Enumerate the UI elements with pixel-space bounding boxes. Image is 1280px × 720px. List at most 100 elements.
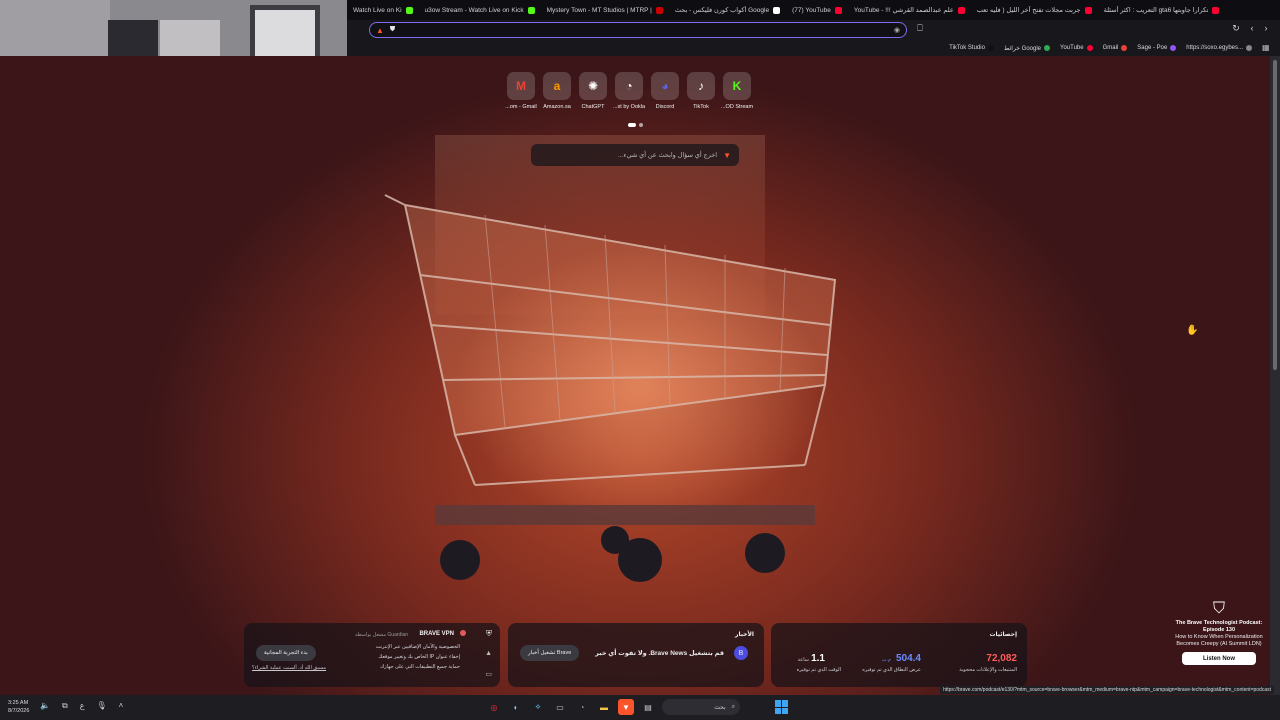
- bookmark-item[interactable]: خرائط Google: [1004, 45, 1051, 52]
- podcast-subtitle: How to Know When Personalization Becomes…: [1175, 634, 1263, 647]
- browser-toolbar: ▲ ⛊ ◉ ⎕ ↻ ‹ ›: [347, 20, 1280, 40]
- address-input[interactable]: [401, 26, 872, 34]
- tab-title: (77) YouTube: [792, 6, 831, 14]
- browser-tab[interactable]: التعريب : اكثر أسئلة gta6 تكرارا جاوبتها: [1098, 0, 1226, 20]
- top-site-tile[interactable]: ◕ Discord: [651, 72, 679, 110]
- bookmark-favicon-icon: [1086, 45, 1093, 51]
- microphone-icon[interactable]: 🎙: [96, 701, 106, 711]
- network-icon[interactable]: ⧉: [62, 701, 68, 711]
- tab-favicon-icon: [527, 6, 535, 14]
- bookmark-label: Gmail: [1102, 45, 1119, 51]
- bookmark-label: YouTube: [1060, 45, 1084, 51]
- bookmark-label: TikTok Studio: [949, 45, 985, 51]
- top-site-label: ...OD Stream: [720, 104, 754, 110]
- tab-title: أكواب كورن فليكس - بحث Google: [674, 7, 770, 14]
- podcast-card: ⛉ The Brave Technologist Podcast: Episod…: [1170, 600, 1268, 688]
- top-site-icon: K: [723, 72, 751, 100]
- app-icon[interactable]: ⟡: [530, 699, 546, 715]
- news-text: قم بتشغيل Brave News. ولا تفوت أي خبر: [595, 650, 724, 657]
- vpn-trial-button[interactable]: بدء التجربة المجانية: [256, 645, 316, 661]
- steam-app-icon[interactable]: ◐: [508, 699, 524, 715]
- tab-title: جربت مجلات تفتح آخر الليل ( فليه تعب: [976, 7, 1081, 14]
- search-box[interactable]: اخرج أي سؤال وابحث عن أي شيء... ▼: [531, 144, 739, 166]
- language-indicator[interactable]: ع: [80, 701, 85, 711]
- bookmark-item[interactable]: Gmail: [1103, 45, 1128, 51]
- back-icon[interactable]: ‹: [1245, 23, 1259, 33]
- browser-tab[interactable]: أكواب كورن فليكس - بحث Google: [669, 0, 786, 20]
- pager-dot-active[interactable]: [628, 123, 636, 127]
- bookmark-icon[interactable]: ⎕: [913, 23, 927, 34]
- vpn-feature-2: إخفاء عنوان IP الخاص بك وتغيير موقعك: [378, 654, 460, 660]
- terminal-app-icon[interactable]: ▭: [552, 699, 568, 715]
- opera-app-icon[interactable]: ◎: [486, 699, 502, 715]
- bookmark-item[interactable]: TikTok Studio: [949, 45, 994, 51]
- pager-dot[interactable]: [639, 123, 643, 127]
- top-site-icon: ◔: [615, 72, 643, 100]
- search-icon: ⌕: [731, 703, 735, 710]
- bookmark-favicon-icon: [1044, 45, 1051, 51]
- clock-time: 3:25 AM: [8, 700, 29, 706]
- bookmark-favicon-icon: [987, 45, 994, 51]
- top-site-tile[interactable]: M ...om - Gmail: [505, 72, 537, 110]
- vpn-icon: ⛨: [486, 629, 492, 638]
- brave-news-icon: B: [734, 646, 748, 660]
- top-sites-pager[interactable]: [628, 123, 643, 127]
- forward-icon[interactable]: ›: [1259, 23, 1273, 33]
- top-site-tile[interactable]: K ...OD Stream: [721, 72, 753, 110]
- tab-favicon-icon: [834, 6, 842, 14]
- shield-icon[interactable]: ⛊: [390, 26, 395, 34]
- chat-app-icon[interactable]: ◔: [574, 699, 590, 715]
- bookmark-item[interactable]: Sage - Poe: [1137, 45, 1177, 51]
- top-site-icon: a: [543, 72, 571, 100]
- top-site-tile[interactable]: ♪ TikTok: [687, 72, 715, 110]
- brave-search-icon: ▼: [723, 150, 731, 160]
- card-side-icon[interactable]: ▭: [485, 670, 492, 678]
- taskbar-apps: ◎ ◐ ⟡ ▭ ◔ ▬ ▼ ▤ بحث ⌕: [486, 699, 740, 715]
- vpn-feature-1: الخصوصية والأمان الإضافيين عبر الإنترنت: [375, 644, 460, 650]
- browser-tab[interactable]: Watch Live on Ki: [347, 0, 419, 20]
- top-site-tile[interactable]: a Amazon.sa: [543, 72, 571, 110]
- tab-title: YouTube - !!! علم عبدالصمد القرشي: [853, 7, 954, 14]
- google-lens-icon[interactable]: ◉: [894, 26, 900, 34]
- browser-tab[interactable]: YouTube - !!! علم عبدالصمد القرشي: [848, 0, 971, 20]
- stats-widget: إحصائيات 72,082 المتتبعات والإعلانات محج…: [771, 623, 1027, 687]
- windows-start-icon[interactable]: [775, 700, 789, 714]
- news-side-icon[interactable]: ▲: [485, 650, 492, 657]
- window-app-icon[interactable]: ▤: [640, 699, 656, 715]
- listen-now-button[interactable]: Listen Now: [1182, 652, 1256, 665]
- taskbar-search[interactable]: بحث ⌕: [662, 699, 740, 715]
- chevron-up-icon[interactable]: ˄: [119, 701, 124, 711]
- taskbar-clock[interactable]: 3:25 AM 8/7/2026: [8, 699, 29, 715]
- tab-title: التعريب : اكثر أسئلة gta6 تكرارا جاوبتها: [1103, 7, 1209, 14]
- reload-icon[interactable]: ↻: [1229, 23, 1243, 34]
- bookmark-favicon-icon: [1170, 45, 1177, 51]
- brave-lion-icon: ⛉: [1212, 600, 1225, 617]
- vpn-restore-link[interactable]: مسبق الله أد. ألسنت عملية الشراء؟: [252, 665, 326, 671]
- browser-tab[interactable]: جربت مجلات تفتح آخر الليل ( فليه تعب: [971, 0, 1098, 20]
- volume-icon[interactable]: 🔈: [40, 701, 50, 711]
- vpn-widget: BRAVE VPN مشغل بواسطة Guardian الخصوصية …: [244, 623, 500, 687]
- time-saved-unit: ساعة: [797, 657, 809, 663]
- address-bar[interactable]: ▲ ⛊ ◉: [369, 22, 907, 38]
- brave-app-icon[interactable]: ▼: [618, 699, 634, 715]
- tab-favicon-icon: [405, 6, 413, 14]
- top-site-tile[interactable]: ✺ ChatGPT: [579, 72, 607, 110]
- bookmark-item[interactable]: https://soxo.egybes...: [1186, 45, 1252, 51]
- page-scrollbar[interactable]: [1270, 56, 1280, 695]
- status-url: https://brave.com/podcast/e130/?mtm_sour…: [940, 686, 1274, 694]
- browser-tab[interactable]: u3ow Stream - Watch Live on Kick: [419, 0, 541, 20]
- taskbar: 3:25 AM 8/7/2026 🔈 ⧉ ع 🎙 ˄ ◎ ◐ ⟡ ▭ ◔ ▬ ▼…: [0, 695, 1280, 720]
- file-explorer-icon[interactable]: ▬: [596, 699, 612, 715]
- bandwidth-value: 504.4: [895, 653, 921, 664]
- browser-tab[interactable]: Mystery Town - MT Studios | MTRP |: [541, 0, 669, 20]
- scrollbar-thumb[interactable]: [1273, 60, 1277, 370]
- apps-grid-icon[interactable]: ▦: [1262, 43, 1270, 52]
- bookmark-item[interactable]: YouTube: [1060, 45, 1093, 51]
- browser-tab[interactable]: (77) YouTube: [786, 0, 848, 20]
- bandwidth-unit: م.ب: [881, 657, 891, 663]
- tab-favicon-icon: [1212, 6, 1220, 14]
- vpn-title: BRAVE VPN: [419, 631, 454, 637]
- news-enable-button[interactable]: تشغيل أخبار Brave: [520, 645, 580, 661]
- top-site-tile[interactable]: ◔ ...st by Ookla: [613, 72, 645, 110]
- top-site-icon: M: [507, 72, 535, 100]
